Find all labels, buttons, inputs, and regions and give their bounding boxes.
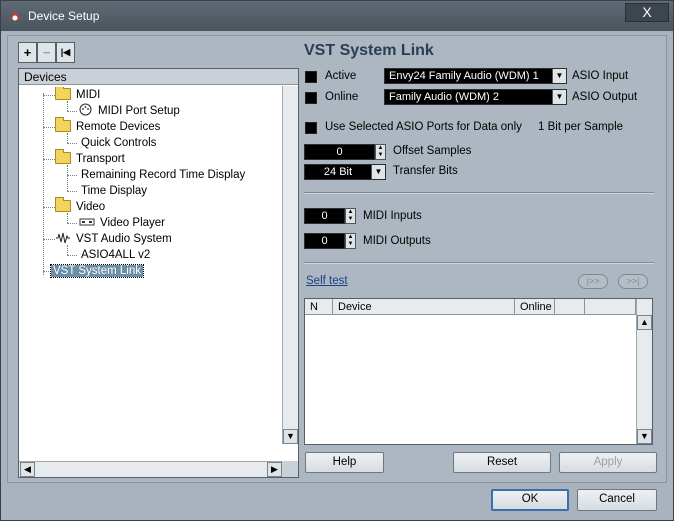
folder-icon [55, 149, 71, 164]
scroll-down-icon[interactable]: ▼ [283, 429, 298, 444]
remove-device-button[interactable]: − [37, 42, 56, 63]
table-vertical-scrollbar[interactable]: ▲ ▼ [636, 299, 652, 444]
column-header-online[interactable]: Online [515, 299, 555, 315]
scroll-up-icon[interactable]: ▲ [637, 315, 652, 330]
next-icon[interactable]: |>> [578, 274, 608, 289]
column-header-extra [555, 299, 585, 315]
tree-item-remote-devices[interactable]: Remote Devices [55, 117, 162, 135]
title-bar: Device Setup X [1, 1, 673, 31]
offset-spinner[interactable]: ▲ ▼ [375, 144, 386, 160]
tree-item-vst-audio-system[interactable]: VST Audio System [55, 231, 174, 247]
tree-item-transport[interactable]: Transport [55, 149, 127, 167]
tree-horizontal-scrollbar[interactable]: ◀ ▶ [19, 461, 282, 477]
apply-button[interactable]: Apply [559, 452, 657, 473]
scroll-down-icon[interactable]: ▼ [637, 429, 652, 444]
tree-item-time-display[interactable]: Time Display [79, 183, 149, 199]
devices-tree: MIDI MIDI Port Setup Remote Devices Quic… [21, 87, 282, 443]
chevron-down-icon: ▼ [552, 69, 566, 83]
folder-icon [55, 117, 71, 132]
video-player-icon [79, 218, 95, 226]
scroll-left-icon[interactable]: ◀ [20, 462, 35, 477]
scroll-right-icon[interactable]: ▶ [267, 462, 282, 477]
folder-icon [55, 197, 71, 212]
divider [304, 262, 654, 264]
device-setup-window: Device Setup X + − |◀ Devices MIDI MIDI … [0, 0, 674, 521]
last-icon[interactable]: >>| [618, 274, 648, 289]
use-selected-ports-checkbox[interactable] [305, 122, 317, 134]
offset-samples-input[interactable]: 0 [304, 144, 375, 160]
cancel-button[interactable]: Cancel [577, 489, 657, 511]
tree-item-remaining-record-time[interactable]: Remaining Record Time Display [79, 167, 247, 183]
panel-title: VST System Link [304, 42, 434, 59]
divider [304, 192, 654, 194]
bit-per-sample-label: 1 Bit per Sample [538, 121, 624, 133]
online-checkbox[interactable] [305, 92, 317, 104]
reset-button[interactable]: Reset [453, 452, 551, 473]
folder-icon [55, 87, 71, 100]
audio-system-icon [56, 232, 70, 244]
chevron-down-icon: ▼ [371, 165, 385, 179]
reset-device-button[interactable]: |◀ [56, 42, 75, 63]
tree-item-quick-controls[interactable]: Quick Controls [79, 135, 158, 151]
asio-input-label: ASIO Input [572, 70, 629, 82]
online-label: Online [325, 91, 359, 103]
midi-outputs-spinner[interactable]: ▲ ▼ [345, 233, 356, 249]
system-link-table: N Device Online ▲ ▼ [304, 298, 653, 445]
offset-samples-label: Offset Samples [393, 145, 472, 157]
tree-item-midi[interactable]: MIDI [55, 87, 102, 103]
add-device-button[interactable]: + [18, 42, 37, 63]
transfer-bits-label: Transfer Bits [393, 165, 458, 177]
window-title: Device Setup [28, 9, 100, 23]
self-test-link[interactable]: Self test [306, 275, 348, 287]
midi-inputs-input[interactable]: 0 [304, 208, 345, 224]
column-header-n[interactable]: N [305, 299, 333, 315]
devices-header: Devices [19, 69, 298, 85]
tree-vertical-scrollbar[interactable]: ▼ [282, 86, 298, 444]
table-header: N Device Online [305, 299, 636, 315]
active-label: Active [325, 70, 357, 82]
column-header-extra [585, 299, 636, 315]
column-header-device[interactable]: Device [333, 299, 515, 315]
midi-inputs-label: MIDI Inputs [363, 210, 422, 222]
asio-output-select[interactable]: Family Audio (WDM) 2 ▼ [384, 89, 567, 105]
close-button[interactable]: X [625, 3, 669, 22]
asio-output-label: ASIO Output [572, 91, 638, 103]
devices-panel: Devices MIDI MIDI Port Setup Remote Devi… [18, 68, 299, 478]
scroll-corner [282, 461, 298, 477]
tree-item-video[interactable]: Video [55, 197, 107, 215]
tree-item-midi-port-setup[interactable]: MIDI Port Setup [79, 103, 182, 119]
active-checkbox[interactable] [305, 71, 317, 83]
transfer-bits-select[interactable]: 24 Bit ▼ [304, 164, 386, 180]
midi-outputs-label: MIDI Outputs [363, 235, 431, 247]
midi-inputs-spinner[interactable]: ▲ ▼ [345, 208, 356, 224]
tree-item-video-player[interactable]: Video Player [79, 215, 167, 231]
chevron-down-icon: ▼ [552, 90, 566, 104]
devices-toolbar: + − |◀ [18, 42, 75, 63]
help-button[interactable]: Help [305, 452, 384, 473]
cubase-app-icon [10, 11, 20, 21]
tree-item-asio4all[interactable]: ASIO4ALL v2 [79, 247, 152, 263]
ok-button[interactable]: OK [491, 489, 569, 511]
asio-input-select[interactable]: Envy24 Family Audio (WDM) 1 ▼ [384, 68, 567, 84]
client-area: + − |◀ Devices MIDI MIDI Port Setup Remo… [7, 35, 667, 483]
tree-item-vst-system-link[interactable]: VST System Link [50, 263, 144, 279]
use-selected-ports-label: Use Selected ASIO Ports for Data only [325, 121, 522, 133]
midi-port-icon [79, 103, 92, 116]
midi-outputs-input[interactable]: 0 [304, 233, 345, 249]
